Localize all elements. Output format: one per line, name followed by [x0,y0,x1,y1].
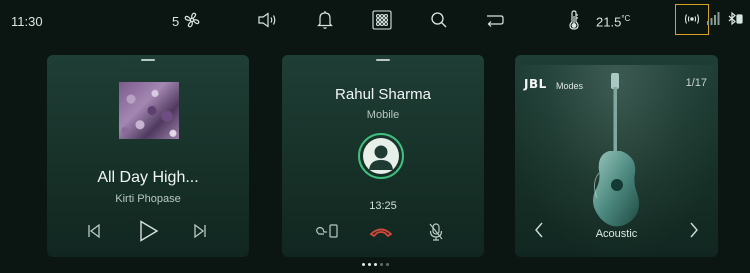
call-card[interactable]: Rahul Sharma Mobile 13:25 [282,55,484,257]
page-dot[interactable] [367,263,371,266]
audio-mode-name: Acoustic [595,228,638,240]
avatar-icon [363,138,399,174]
caller-type: Mobile [366,109,400,121]
media-card[interactable]: All Day High... Kirti Phopase [47,55,249,257]
page-indicator[interactable] [0,263,750,266]
audio-modes-card[interactable]: JBL Modes 1/17 Acoustic [515,55,718,257]
caller-name: Rahul Sharma [335,86,431,103]
temperature: 21.5°C [596,14,631,30]
thermometer-icon [568,10,580,30]
page-dot[interactable] [373,263,377,266]
call-duration: 13:25 [369,200,397,212]
caller-avatar [358,133,404,179]
transfer-to-phone-icon[interactable] [315,223,339,239]
status-bar: 11:30 5 21.5°C [0,0,750,46]
back-icon[interactable] [486,13,504,27]
end-call-icon[interactable] [369,226,393,238]
page-dot[interactable] [361,263,365,266]
card-handle[interactable] [376,59,390,61]
search-icon[interactable] [430,11,448,29]
mute-mic-icon[interactable] [428,222,444,242]
page-dot[interactable] [379,263,383,266]
clock: 11:30 [11,14,43,29]
wireless-icon[interactable] [683,13,701,25]
signal-icon [707,12,721,26]
play-icon[interactable] [139,220,159,242]
album-art [119,82,179,139]
fan-icon[interactable] [183,11,201,29]
jbl-logo: JBL [524,77,547,91]
card-handle[interactable] [141,59,155,61]
mode-counter: 1/17 [685,77,707,89]
chevron-right-icon[interactable] [689,221,699,244]
apps-grid-icon[interactable] [372,10,392,30]
modes-label: Modes [556,81,584,91]
guitar-illustration [593,73,639,227]
page-dot[interactable] [385,263,389,266]
fan-speed: 5 [172,14,180,29]
bell-icon[interactable] [316,10,334,30]
volume-icon[interactable] [257,12,279,28]
bluetooth-icon[interactable] [727,11,743,27]
previous-icon[interactable] [87,223,101,239]
song-title: All Day High... [97,169,199,186]
song-artist: Kirti Phopase [115,193,181,205]
next-icon[interactable] [193,223,207,239]
